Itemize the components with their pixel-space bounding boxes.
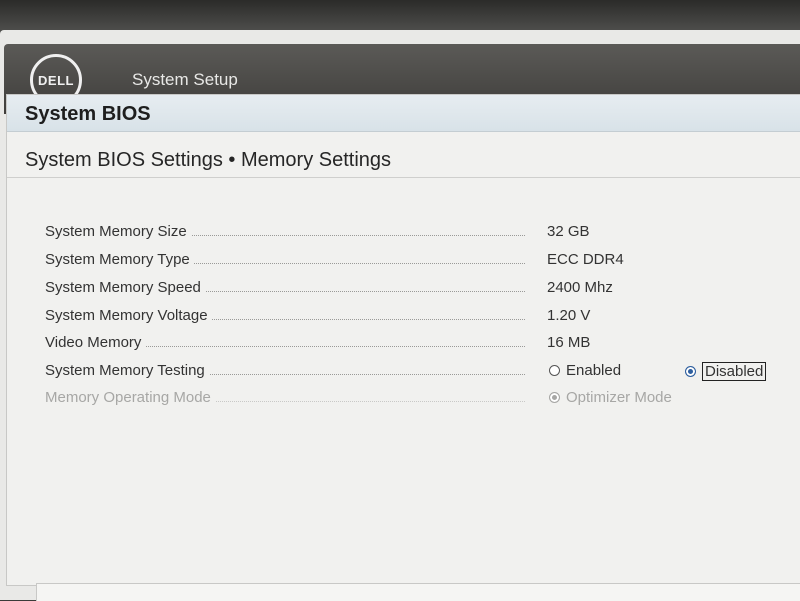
radio-checked-icon: [549, 392, 560, 403]
radio-unchecked-icon: [549, 365, 560, 376]
settings-panel: System BIOS System BIOS Settings • Memor…: [6, 94, 800, 586]
setting-value: 1.20 V: [547, 307, 591, 324]
panel-header: System BIOS: [7, 95, 800, 132]
setting-row-operating-mode: Memory Operating Mode Optimizer Mode: [45, 389, 800, 415]
app-title: System Setup: [132, 70, 238, 89]
breadcrumb: System BIOS Settings • Memory Settings: [25, 149, 392, 171]
breadcrumb-divider: [7, 177, 800, 178]
radio-label: Optimizer Mode: [566, 389, 672, 406]
setting-row-memory-type[interactable]: System Memory Type ECC DDR4: [45, 251, 800, 277]
setting-label: System Memory Speed: [45, 279, 205, 296]
setting-row-memory-speed[interactable]: System Memory Speed 2400 Mhz: [45, 279, 800, 305]
setting-value: 32 GB: [547, 223, 590, 240]
help-text-panel: [36, 583, 800, 601]
radio-label: Enabled: [566, 362, 622, 379]
setting-label: System Memory Voltage: [45, 307, 212, 324]
setting-row-memory-testing: System Memory Testing Enabled Disabled: [45, 362, 800, 388]
radio-checked-icon: [685, 366, 696, 377]
setting-label: Video Memory: [45, 334, 146, 351]
setting-row-video-memory[interactable]: Video Memory 16 MB: [45, 334, 800, 360]
panel-title: System BIOS: [25, 103, 151, 125]
memory-testing-disabled-radio[interactable]: Disabled: [685, 362, 767, 381]
setting-value: ECC DDR4: [547, 251, 624, 268]
setting-value: 16 MB: [547, 334, 591, 351]
radio-label: Disabled: [702, 362, 767, 381]
setting-row-memory-size[interactable]: System Memory Size 32 GB: [45, 223, 800, 249]
setting-label: System Memory Type: [45, 251, 194, 268]
memory-testing-enabled-radio[interactable]: Enabled: [549, 362, 621, 379]
operating-mode-optimizer-radio: Optimizer Mode: [549, 389, 672, 406]
setting-value: 2400 Mhz: [547, 279, 613, 296]
logo-text: DELL: [38, 72, 74, 88]
setting-row-memory-voltage[interactable]: System Memory Voltage 1.20 V: [45, 307, 800, 333]
setting-label: Memory Operating Mode: [45, 389, 215, 406]
setting-label: System Memory Testing: [45, 362, 209, 379]
setting-label: System Memory Size: [45, 223, 191, 240]
